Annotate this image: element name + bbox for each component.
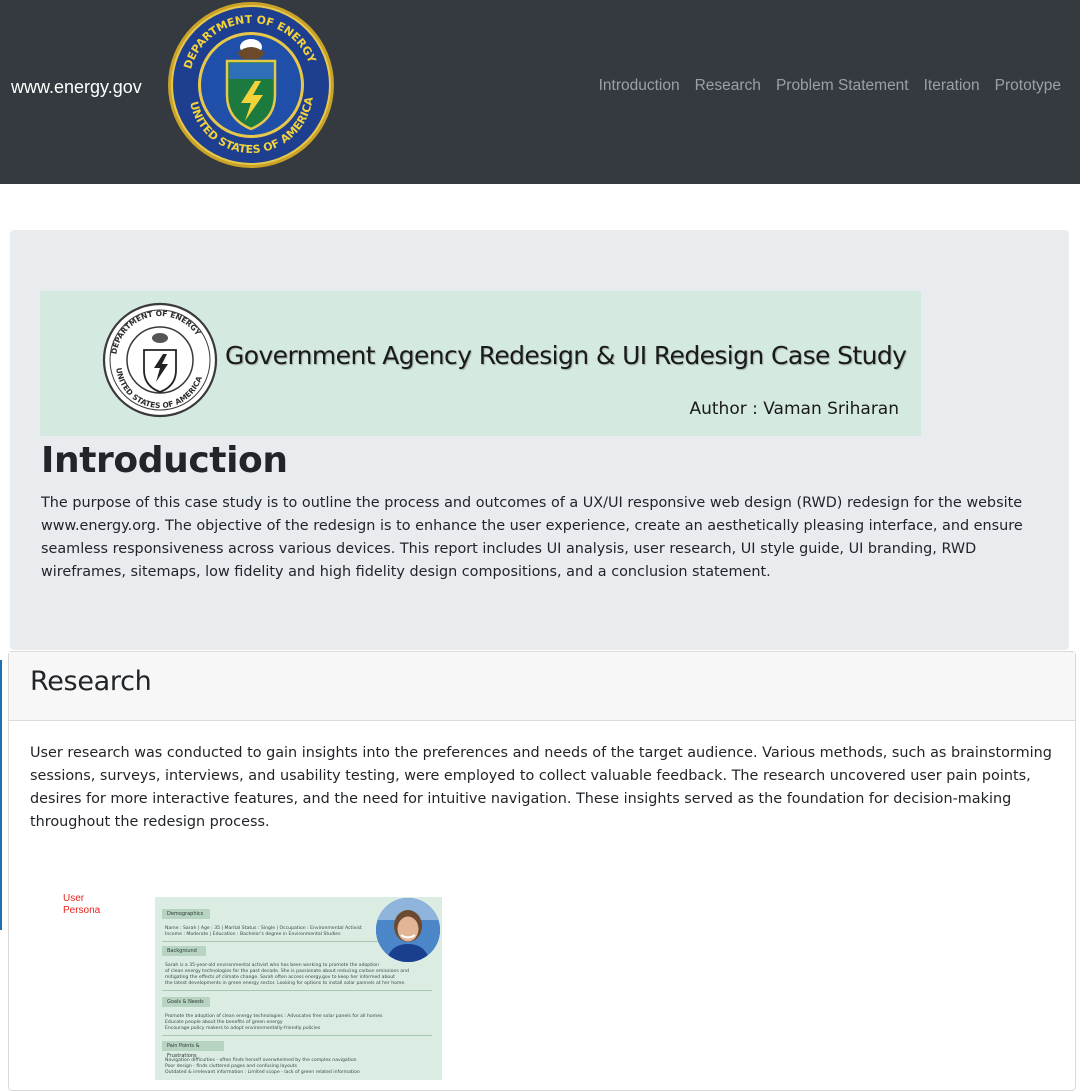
research-heading: Research (30, 666, 152, 697)
research-card-header: Research (9, 652, 1075, 721)
nav-link-iteration[interactable]: Iteration (924, 74, 980, 98)
user-persona-image: Demographics Name : Sarah | Age : 35 | M… (155, 897, 442, 1080)
introduction-section: DEPARTMENT OF ENERGY UNITED STATES OF AM… (10, 230, 1069, 650)
case-study-banner: DEPARTMENT OF ENERGY UNITED STATES OF AM… (40, 291, 921, 436)
persona-divider (162, 1035, 432, 1036)
nav-link-problem-statement[interactable]: Problem Statement (776, 74, 909, 98)
main-nav: Introduction Research Problem Statement … (599, 74, 1061, 98)
nav-link-research[interactable]: Research (695, 74, 761, 98)
page-edge-accent (0, 660, 2, 930)
persona-section-title: Pain Points & Frustrations (162, 1041, 224, 1059)
doe-seal-outline-logo: DEPARTMENT OF ENERGY UNITED STATES OF AM… (102, 302, 218, 418)
persona-text: Outdated & irrelevant information : Limi… (165, 1070, 360, 1075)
persona-text: Encourage policy makers to adopt environ… (165, 1026, 321, 1031)
doe-seal-logo[interactable]: DEPARTMENT OF ENERGY UNITED STATES OF AM… (167, 1, 335, 169)
brand-link[interactable]: www.energy.gov (11, 75, 142, 99)
persona-text: Income : Moderate | Education : Bachelor… (165, 932, 341, 937)
persona-avatar (376, 898, 440, 962)
introduction-heading: Introduction (41, 440, 288, 481)
persona-section-title: Demographics (162, 909, 210, 919)
research-text: User research was conducted to gain insi… (30, 745, 1052, 830)
persona-section-title: Background (162, 946, 206, 956)
persona-text: the latest developments in green energy … (165, 981, 406, 986)
navbar: www.energy.gov DEPARTMENT OF ENERGY UNIT… (0, 0, 1080, 184)
persona-label-line: Persona (63, 905, 101, 916)
nav-link-prototype[interactable]: Prototype (995, 74, 1061, 98)
persona-label-line: User (63, 893, 85, 904)
persona-divider (162, 990, 432, 991)
persona-section-title: Goals & Needs (162, 997, 210, 1007)
user-persona-label: User Persona (63, 893, 100, 917)
case-study-title: Government Agency Redesign & UI Redesign… (225, 341, 907, 370)
introduction-text: The purpose of this case study is to out… (41, 495, 1023, 580)
nav-link-introduction[interactable]: Introduction (599, 74, 680, 98)
author-name: Author : Vaman Sriharan (689, 399, 899, 419)
person-photo-icon (376, 898, 440, 962)
